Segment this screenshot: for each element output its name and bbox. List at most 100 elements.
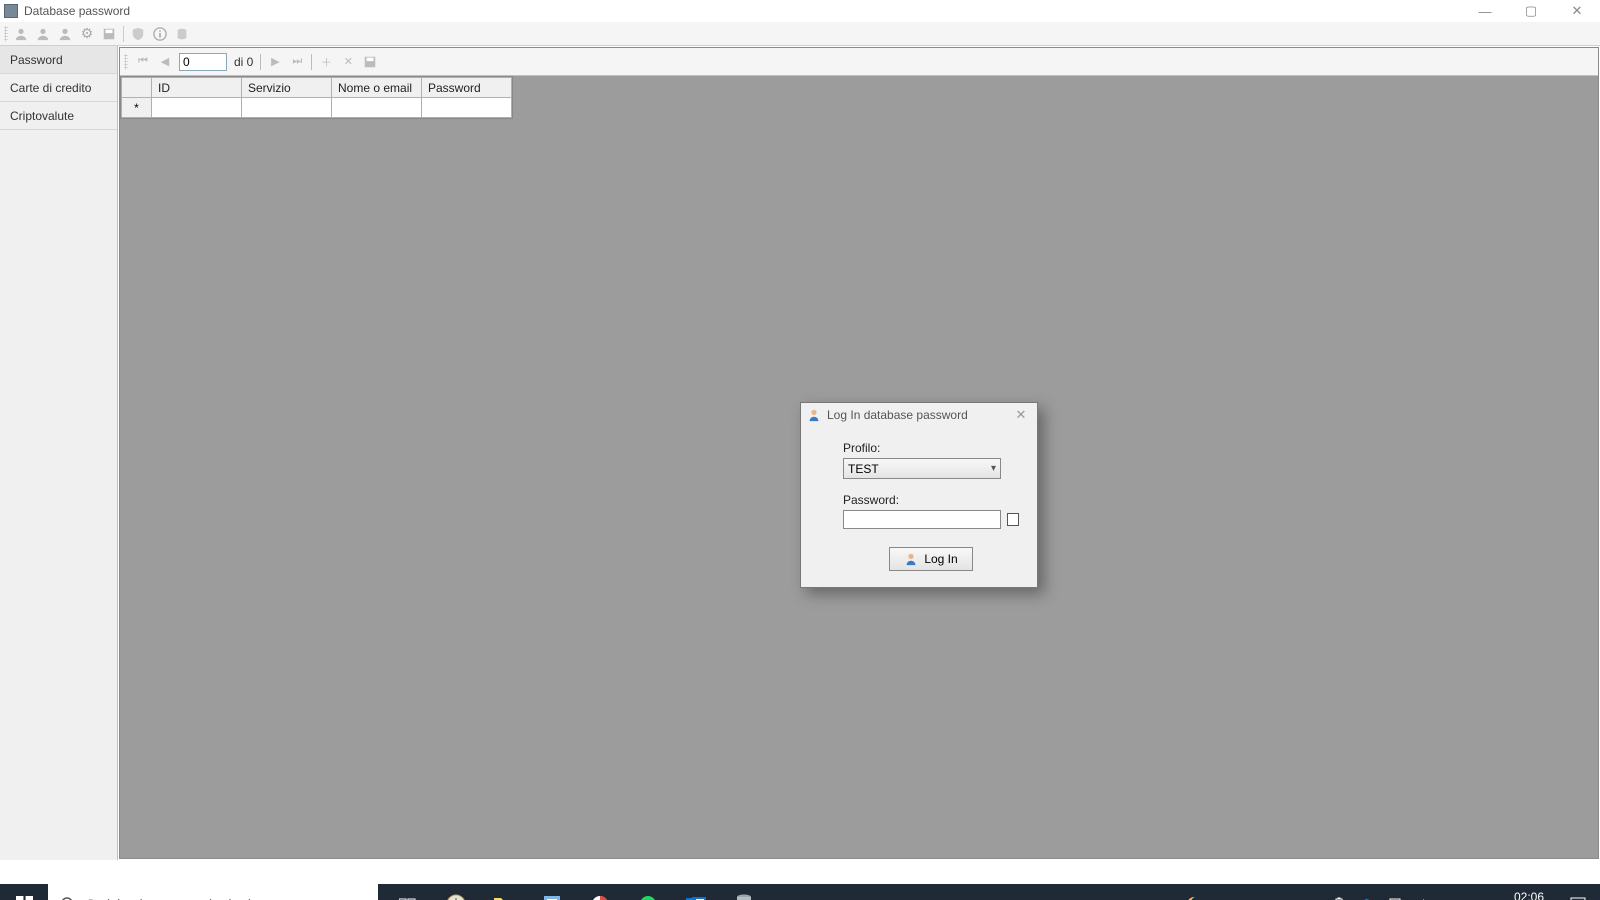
profile-select-value: TEST (848, 462, 879, 476)
show-password-checkbox[interactable] (1007, 513, 1019, 526)
dialog-body: Profilo: TEST ▾ Password: (801, 427, 1037, 587)
tray-chevron-up-icon[interactable]: ˄ (1301, 884, 1321, 900)
grid-cell[interactable] (332, 98, 422, 118)
grid-corner (122, 78, 152, 98)
login-button[interactable]: Log In (889, 547, 972, 571)
user2-icon[interactable] (33, 24, 53, 44)
grid-cell[interactable] (242, 98, 332, 118)
start-button[interactable] (0, 884, 48, 900)
minimize-button[interactable]: — (1462, 0, 1508, 22)
search-icon (60, 896, 76, 900)
nav-count-label: di 0 (234, 55, 253, 69)
tray-language-label: ITA (1445, 897, 1464, 900)
sidebar: Password Carte di credito Criptovalute (0, 46, 118, 860)
nav-separator (311, 54, 312, 70)
nav-separator (260, 54, 261, 70)
nav-last-button[interactable]: ⏭ (287, 52, 307, 72)
db-icon[interactable] (172, 24, 192, 44)
nav-first-button[interactable]: ⏮ (133, 52, 153, 72)
main-toolbar: ⚙ (0, 22, 1600, 46)
taskbar-app-explorer[interactable] (480, 884, 528, 900)
grid-col-nome[interactable]: Nome o email (332, 78, 422, 98)
nav-add-button[interactable]: ＋ (316, 52, 336, 72)
dialog-close-button[interactable]: ✕ (1011, 407, 1031, 423)
window-titlebar: Database password — ▢ ✕ (0, 0, 1600, 22)
login-button-label: Log In (924, 552, 957, 566)
taskbar-app-settings[interactable] (528, 884, 576, 900)
nav-save-button[interactable] (360, 52, 380, 72)
record-navigator: ⏮ ◀ di 0 ▶ ⏭ ＋ ✕ (120, 48, 1598, 76)
tray-notifications[interactable]: 4 (1560, 884, 1596, 900)
nav-position-input[interactable] (179, 53, 227, 71)
taskbar-app-outlook[interactable] (672, 884, 720, 900)
window-buttons: — ▢ ✕ (1462, 0, 1600, 22)
toolbar-grip (4, 26, 8, 42)
grid-cell[interactable] (152, 98, 242, 118)
user3-icon[interactable] (55, 24, 75, 44)
info-icon[interactable] (150, 24, 170, 44)
tray-time: 02:06 (1484, 890, 1544, 900)
weather-widget[interactable]: 17°C Sereno (1184, 896, 1283, 900)
sidebar-item-label: Password (10, 53, 63, 67)
weather-text: Sereno (1241, 897, 1283, 900)
sidebar-item-carte[interactable]: Carte di credito (0, 74, 117, 102)
moon-icon (1184, 896, 1200, 900)
save-icon[interactable] (99, 24, 119, 44)
search-placeholder: Scrivi qui per eseguire la ricerca (86, 896, 285, 900)
tray-battery-icon[interactable] (1329, 884, 1349, 900)
blank-strip (0, 860, 1600, 884)
grid-col-id[interactable]: ID (152, 78, 242, 98)
grid-row-header: * (122, 98, 152, 118)
close-button[interactable]: ✕ (1554, 0, 1600, 22)
taskbar-search[interactable]: Scrivi qui per eseguire la ricerca (48, 884, 378, 900)
taskbar-app-clock[interactable] (432, 884, 480, 900)
tray-onedrive-icon[interactable] (1357, 884, 1377, 900)
user1-icon[interactable] (11, 24, 31, 44)
dialog-titlebar: Log In database password ✕ (801, 403, 1037, 427)
task-view-button[interactable] (384, 884, 432, 900)
grid-col-servizio[interactable]: Servizio (242, 78, 332, 98)
body-area: Password Carte di credito Criptovalute ⏮… (0, 46, 1600, 860)
nav-next-button[interactable]: ▶ (265, 52, 285, 72)
app-icon (4, 4, 18, 18)
gear-icon[interactable]: ⚙ (77, 24, 97, 44)
grid-area: ID Servizio Nome o email Password * (120, 76, 1598, 858)
nav-delete-button[interactable]: ✕ (338, 52, 358, 72)
grid-col-password[interactable]: Password (422, 78, 512, 98)
system-tray: 17°C Sereno ˄ ITA 02:06 02/09/2021 4 (1184, 884, 1600, 900)
grid-new-row[interactable]: * (122, 98, 512, 118)
password-input[interactable] (843, 510, 1001, 529)
taskbar-app-database[interactable] (720, 884, 768, 900)
tray-language[interactable]: ITA (1441, 884, 1468, 900)
profile-select[interactable]: TEST ▾ (843, 458, 1001, 479)
person-icon (807, 408, 821, 422)
profile-label: Profilo: (843, 441, 1019, 455)
sidebar-item-label: Carte di credito (10, 81, 91, 95)
nav-prev-button[interactable]: ◀ (155, 52, 175, 72)
content-area: ⏮ ◀ di 0 ▶ ⏭ ＋ ✕ ID Servizio (119, 47, 1599, 859)
taskbar-apps (384, 884, 768, 900)
window-title: Database password (24, 4, 130, 18)
sidebar-item-cripto[interactable]: Criptovalute (0, 102, 117, 130)
navigator-grip (124, 54, 128, 70)
taskbar-app-chrome[interactable] (576, 884, 624, 900)
login-dialog: Log In database password ✕ Profilo: TEST… (800, 402, 1038, 588)
grid-cell[interactable] (422, 98, 512, 118)
chevron-down-icon: ▾ (991, 463, 996, 474)
sidebar-item-password[interactable]: Password (0, 46, 117, 74)
grid-header-row: ID Servizio Nome o email Password (122, 78, 512, 98)
toolbar-separator (123, 26, 124, 42)
taskbar-app-spotify[interactable] (624, 884, 672, 900)
tray-volume-icon[interactable] (1413, 884, 1433, 900)
sidebar-item-label: Criptovalute (10, 109, 74, 123)
maximize-button[interactable]: ▢ (1508, 0, 1554, 22)
tray-network-icon[interactable] (1385, 884, 1405, 900)
taskbar: Scrivi qui per eseguire la ricerca (0, 884, 1600, 900)
data-grid[interactable]: ID Servizio Nome o email Password * (120, 76, 513, 119)
shield-icon[interactable] (128, 24, 148, 44)
dialog-title: Log In database password (827, 408, 968, 422)
weather-temp: 17°C (1206, 897, 1235, 900)
person-icon (904, 552, 918, 566)
tray-clock[interactable]: 02:06 02/09/2021 (1484, 890, 1544, 900)
password-label: Password: (843, 493, 1019, 507)
